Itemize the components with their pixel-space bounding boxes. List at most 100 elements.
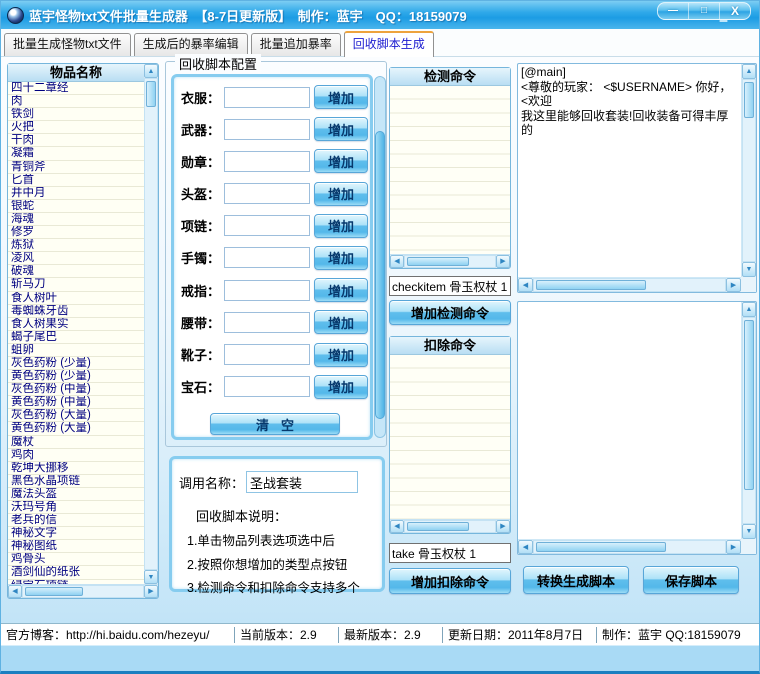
scroll-thumb[interactable] — [407, 257, 469, 266]
scroll-track[interactable] — [404, 520, 496, 533]
list-item[interactable]: 灰色药粉 (少量) — [8, 357, 144, 370]
scroll-right-icon[interactable]: ▶ — [726, 278, 741, 292]
generated-script-text[interactable] — [518, 302, 741, 539]
scroll-down-icon[interactable]: ▼ — [742, 524, 756, 539]
close-button[interactable]: X — [720, 3, 750, 19]
scroll-right-icon[interactable]: ▶ — [144, 585, 158, 598]
scroll-left-icon[interactable]: ◀ — [390, 520, 404, 533]
list-item[interactable]: 凌风 — [8, 252, 144, 265]
call-name-input[interactable] — [246, 471, 358, 493]
list-item[interactable]: 鸡骨头 — [8, 553, 144, 566]
scroll-right-icon[interactable]: ▶ — [726, 540, 741, 554]
scroll-track[interactable] — [742, 317, 756, 524]
scroll-up-icon[interactable]: ▲ — [742, 302, 756, 317]
list-item[interactable]: 破魂 — [8, 265, 144, 278]
config-row-input[interactable] — [224, 151, 310, 172]
add-deduct-command-button[interactable]: 增加扣除命令 — [389, 568, 511, 594]
config-row-input[interactable] — [224, 312, 310, 333]
config-row-input[interactable] — [224, 280, 310, 301]
list-item[interactable]: 酒剑仙的纸张 — [8, 566, 144, 579]
scroll-thumb[interactable] — [146, 81, 156, 107]
scroll-thumb[interactable] — [744, 320, 754, 490]
list-item[interactable]: 蛆卵 — [8, 344, 144, 357]
list-item[interactable]: 斩马刀 — [8, 278, 144, 291]
scroll-left-icon[interactable]: ◀ — [518, 278, 533, 292]
deduct-command-list[interactable] — [390, 355, 510, 519]
config-vertical-scrollbar[interactable] — [374, 76, 386, 438]
scroll-thumb[interactable] — [536, 280, 646, 290]
list-item[interactable]: 魔杖 — [8, 436, 144, 449]
add-button[interactable]: 增加 — [314, 310, 368, 334]
list-item[interactable]: 魔法头盔 — [8, 488, 144, 501]
list-item[interactable]: 四十二章经 — [8, 82, 144, 95]
script-text[interactable]: [@main] <尊敬的玩家： <$USERNAME> 你好，<欢迎 我这里能够… — [518, 64, 741, 277]
list-item[interactable]: 神秘图纸 — [8, 540, 144, 553]
scroll-thumb[interactable] — [536, 542, 666, 552]
tab-recycle-script[interactable]: 回收脚本生成 — [344, 31, 434, 57]
list-item[interactable]: 匕首 — [8, 174, 144, 187]
scroll-thumb[interactable] — [25, 587, 83, 596]
list-item[interactable]: 干肉 — [8, 134, 144, 147]
list-item[interactable]: 蝎子尾巴 — [8, 331, 144, 344]
add-button[interactable]: 增加 — [314, 117, 368, 141]
list-item[interactable]: 食人树叶 — [8, 292, 144, 305]
clear-button[interactable]: 清空 — [210, 413, 340, 435]
list-item[interactable]: 青铜斧 — [8, 161, 144, 174]
scroll-track[interactable] — [533, 540, 726, 554]
scroll-track[interactable] — [144, 78, 158, 570]
add-button[interactable]: 增加 — [314, 85, 368, 109]
scroll-down-icon[interactable]: ▼ — [742, 262, 756, 277]
list-item[interactable]: 海魂 — [8, 213, 144, 226]
list-item[interactable]: 灰色药粉 (大量) — [8, 409, 144, 422]
add-button[interactable]: 增加 — [314, 182, 368, 206]
list-item[interactable]: 炼狱 — [8, 239, 144, 252]
scroll-thumb[interactable] — [407, 522, 469, 531]
list-item[interactable]: 井中月 — [8, 187, 144, 200]
add-button[interactable]: 增加 — [314, 343, 368, 367]
tab-batch-append[interactable]: 批量追加暴率 — [251, 33, 341, 56]
scroll-track[interactable] — [742, 79, 756, 262]
scroll-track[interactable] — [404, 255, 496, 268]
list-item[interactable]: 毒蜘蛛牙齿 — [8, 305, 144, 318]
list-item[interactable]: 修罗 — [8, 226, 144, 239]
check-command-list[interactable] — [390, 86, 510, 254]
list-item[interactable]: 肉 — [8, 95, 144, 108]
scroll-right-icon[interactable]: ▶ — [496, 520, 510, 533]
list-item[interactable]: 乾坤大挪移 — [8, 462, 144, 475]
add-check-command-button[interactable]: 增加检测命令 — [389, 300, 511, 325]
list-item[interactable]: 老兵的信 — [8, 514, 144, 527]
add-button[interactable]: 增加 — [314, 278, 368, 302]
scroll-left-icon[interactable]: ◀ — [518, 540, 533, 554]
add-button[interactable]: 增加 — [314, 375, 368, 399]
scroll-track[interactable] — [533, 278, 726, 292]
config-row-input[interactable] — [224, 376, 310, 397]
maximize-button[interactable]: □ — [689, 3, 720, 19]
save-script-button[interactable]: 保存脚本 — [643, 566, 739, 594]
check-command-input[interactable] — [389, 276, 511, 296]
scroll-right-icon[interactable]: ▶ — [496, 255, 510, 268]
list-item[interactable]: 黄色药粉 (少量) — [8, 370, 144, 383]
convert-script-button[interactable]: 转换生成脚本 — [523, 566, 629, 594]
minimize-button[interactable]: — — [658, 3, 689, 19]
tab-droprate-edit[interactable]: 生成后的暴率编辑 — [134, 33, 248, 56]
take-command-input[interactable] — [389, 543, 511, 563]
add-button[interactable]: 增加 — [314, 214, 368, 238]
scroll-left-icon[interactable]: ◀ — [390, 255, 404, 268]
config-row-input[interactable] — [224, 344, 310, 365]
config-row-input[interactable] — [224, 119, 310, 140]
scroll-thumb[interactable] — [375, 131, 385, 419]
list-item[interactable]: 黄色药粉 (大量) — [8, 422, 144, 435]
config-row-input[interactable] — [224, 183, 310, 204]
list-item[interactable]: 铁剑 — [8, 108, 144, 121]
add-button[interactable]: 增加 — [314, 149, 368, 173]
scroll-down-icon[interactable]: ▼ — [144, 570, 158, 584]
list-item[interactable]: 火把 — [8, 121, 144, 134]
list-item[interactable]: 银蛇 — [8, 200, 144, 213]
scroll-up-icon[interactable]: ▲ — [144, 64, 158, 78]
scroll-thumb[interactable] — [744, 82, 754, 118]
config-row-input[interactable] — [224, 215, 310, 236]
config-row-input[interactable] — [224, 247, 310, 268]
scroll-up-icon[interactable]: ▲ — [742, 64, 756, 79]
list-item[interactable]: 灰色药粉 (中量) — [8, 383, 144, 396]
add-button[interactable]: 增加 — [314, 246, 368, 270]
